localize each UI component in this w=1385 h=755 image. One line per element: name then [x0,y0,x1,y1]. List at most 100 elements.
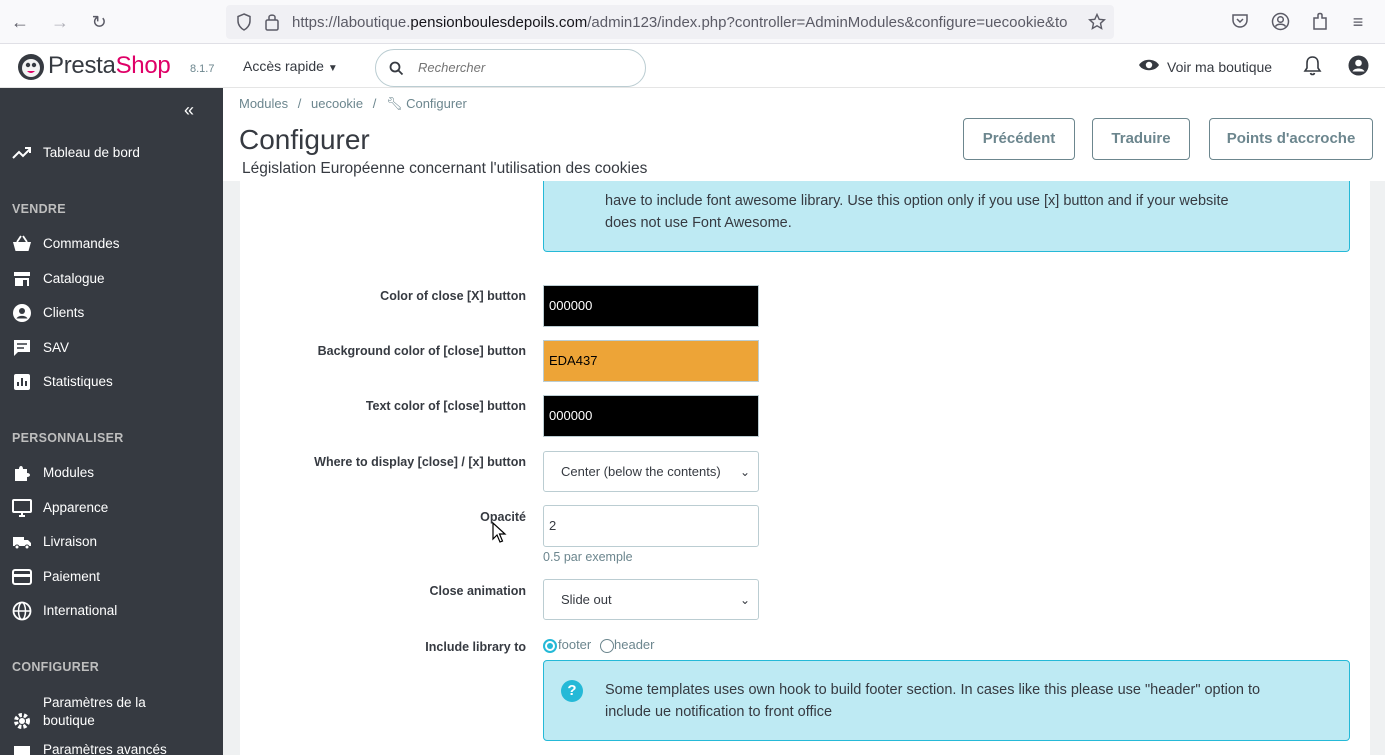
url-bar[interactable]: https://laboutique.pensionboulesdepoils.… [226,5,1114,39]
truck-icon [13,537,31,550]
user-account-icon[interactable] [1348,55,1369,76]
breadcrumb: Modules / uecookie / 🔧︎ Configurer [239,96,467,111]
include-library-label: Include library to [425,640,526,654]
puzzle-icon [15,466,30,481]
logo-text[interactable]: PrestaShop [48,52,171,80]
sidebar-item-label: SAV [43,340,70,355]
breadcrumb-item: Configurer [406,96,467,111]
sidebar-item-modules[interactable]: Modules [0,457,223,489]
bookmark-star-icon[interactable] [1088,13,1106,31]
mouse-cursor-icon [492,522,507,543]
monitor-icon [12,499,32,517]
admin-header: PrestaShop 8.1.7 Accès rapide ▼ Voir ma … [0,44,1385,88]
url-text: https://laboutique.pensionboulesdepoils.… [292,14,1068,31]
sidebar-item-shop-parameters[interactable]: Paramètres de la boutique [0,691,223,739]
sidebar-item-label: Clients [43,305,85,320]
chat-icon [14,340,30,356]
eye-icon[interactable] [1138,57,1160,73]
shopping-basket-icon [13,235,31,251]
sidebar-item-label: Modules [43,465,95,480]
library-header-label[interactable]: header [614,637,654,652]
sidebar-item-advanced-parameters[interactable]: Paramètres avancés [0,742,223,755]
credit-card-icon [12,569,32,585]
close-color-input[interactable]: 000000 [543,285,759,327]
view-shop-link[interactable]: Voir ma boutique [1167,59,1272,75]
pocket-icon[interactable] [1231,12,1249,30]
quick-access-dropdown[interactable]: Accès rapide ▼ [243,58,338,74]
sidebar-item-label: Paramètres de la boutique [43,695,146,728]
bell-icon[interactable] [1303,55,1322,76]
collapse-sidebar-icon[interactable]: « [184,100,194,121]
breadcrumb-item[interactable]: Modules [239,96,288,111]
sidebar-item-dashboard[interactable]: Tableau de bord [0,137,223,169]
alert-text: have to include font awesome library. Us… [605,193,1229,231]
sidebar-item-payment[interactable]: Paiement [0,561,223,593]
sidebar-item-label: Paramètres avancés [43,742,167,755]
shield-icon[interactable] [236,13,252,31]
account-icon[interactable] [1271,12,1290,31]
search-box[interactable] [375,49,646,87]
opacity-label: Opacité [480,510,526,524]
library-footer-label[interactable]: footer [558,637,591,652]
sidebar-item-international[interactable]: International [0,595,223,627]
search-icon [389,61,404,76]
sidebar-section-configure: CONFIGURER [12,660,100,674]
customer-icon [13,304,31,322]
sidebar-item-label: Paiement [43,569,101,584]
close-text-color-input[interactable]: 000000 [543,395,759,437]
close-bg-color-label: Background color of [close] button [317,344,526,358]
sidebar-item-catalog[interactable]: Catalogue [0,263,223,295]
globe-icon [12,601,32,621]
translate-button[interactable]: Traduire [1092,118,1190,160]
sidebar-item-stats[interactable]: Statistiques [0,366,223,398]
store-icon [14,272,30,286]
close-position-label: Where to display [close] / [x] button [314,455,526,469]
close-position-select[interactable]: Center (below the contents) ⌄ [543,451,759,492]
prestashop-logo-icon[interactable] [17,53,45,81]
settings-gear-icon [14,713,30,729]
info-alert-font-awesome: have to include font awesome library. Us… [543,181,1350,252]
sidebar-item-appearance[interactable]: Apparence [0,492,223,524]
sidebar-item-label: Commandes [43,236,120,251]
sidebar-item-label: Tableau de bord [43,145,140,160]
version-label: 8.1.7 [190,63,215,75]
sidebar-item-label: Catalogue [43,271,105,286]
sidebar-section-customize: PERSONNALISER [12,431,124,445]
lock-icon[interactable] [264,12,280,31]
alert-text: Some templates uses own hook to build fo… [605,682,1261,720]
back-icon[interactable]: ← [8,10,32,34]
chevron-down-icon: ⌄ [739,465,750,479]
opacity-input[interactable]: 2 [543,505,759,547]
sidebar-item-label: Livraison [43,534,98,549]
reload-icon[interactable]: ↻ [87,10,111,34]
trending-up-icon [12,147,31,159]
info-alert-header-option: ? Some templates uses own hook to build … [543,660,1350,741]
close-animation-label: Close animation [429,584,526,598]
close-text-color-label: Text color of [close] button [365,399,526,413]
caret-down-icon: ▼ [327,63,338,74]
sidebar-item-label: Apparence [43,500,109,515]
hooks-button[interactable]: Points d'accroche [1209,118,1373,160]
library-footer-radio[interactable] [543,639,557,653]
wrench-icon: 🔧︎ [385,96,403,111]
search-input[interactable] [418,60,618,75]
question-circle-icon: ? [561,680,583,702]
menu-icon[interactable]: ≡ [1346,10,1370,34]
close-color-label: Color of close [X] button [380,289,526,303]
forward-icon[interactable]: → [48,10,72,34]
sidebar-item-customers[interactable]: Clients [0,297,223,329]
sidebar-item-shipping[interactable]: Livraison [0,526,223,558]
close-bg-color-input[interactable]: EDA437 [543,340,759,382]
close-animation-select[interactable]: Slide out ⌄ [543,579,759,620]
extensions-icon[interactable] [1311,11,1329,31]
sidebar-item-label: International [43,603,118,618]
page-subtitle: Législation Européenne concernant l'util… [242,160,648,177]
sidebar-item-support[interactable]: SAV [0,332,223,364]
sidebar-item-orders[interactable]: Commandes [0,228,223,260]
back-button[interactable]: Précédent [963,118,1075,160]
sidebar-section-sell: VENDRE [12,202,66,216]
breadcrumb-item[interactable]: uecookie [311,96,363,111]
sidebar-item-label: Statistiques [43,374,113,389]
library-header-radio[interactable] [600,639,614,653]
chevron-down-icon: ⌄ [739,593,750,607]
